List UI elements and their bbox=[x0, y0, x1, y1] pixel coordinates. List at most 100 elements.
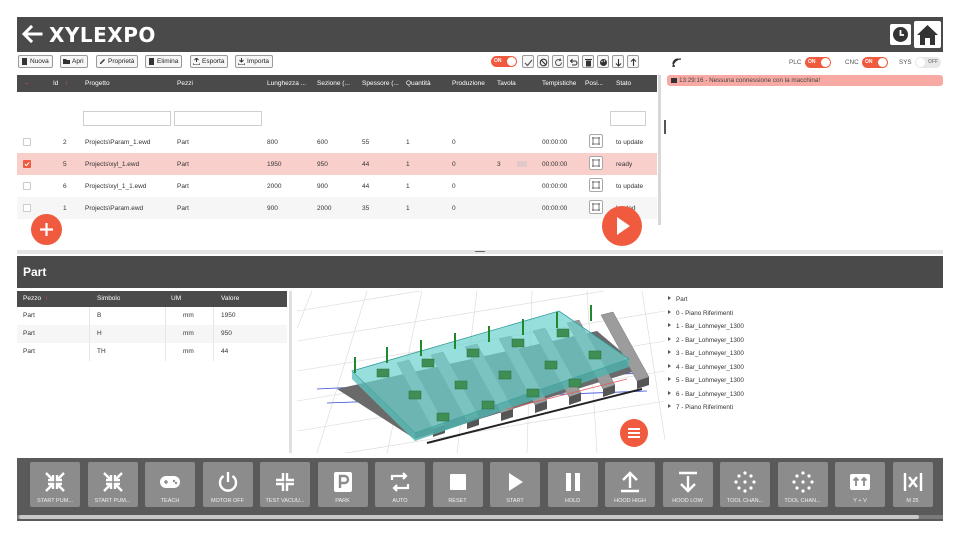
home-button[interactable] bbox=[914, 21, 941, 48]
part-table-scrollbar[interactable] bbox=[289, 291, 292, 453]
horizontal-splitter[interactable] bbox=[17, 250, 943, 254]
tree-item[interactable]: 3 - Bar_Lohmeyer_1300 bbox=[668, 350, 744, 357]
tree-item[interactable]: 1 - Bar_Lohmeyer_1300 bbox=[668, 323, 744, 330]
command-button[interactable]: HOOD LOW bbox=[662, 462, 713, 507]
table-row[interactable]: 2 Projects\Param_1.ewd Part 800 600 55 1 0 00:00… bbox=[17, 131, 657, 153]
table-scrollbar[interactable] bbox=[658, 75, 661, 225]
command-button[interactable]: TOOL CHAN... bbox=[777, 462, 828, 507]
back-button[interactable] bbox=[20, 22, 44, 46]
filter-stato-input[interactable] bbox=[610, 111, 646, 126]
column-header[interactable]: Lunghezza ... bbox=[267, 80, 313, 87]
expand-arrow-icon[interactable] bbox=[668, 336, 671, 341]
table-row[interactable]: Part Bmm 1950 bbox=[17, 307, 287, 325]
position-button[interactable] bbox=[589, 178, 603, 192]
column-header[interactable]: Quantità bbox=[406, 80, 431, 87]
plc-toggle[interactable]: ON bbox=[805, 57, 831, 68]
column-header[interactable]: Pezzi bbox=[177, 80, 193, 87]
command-button[interactable]: START bbox=[490, 462, 540, 507]
tree-item[interactable]: 6 - Bar_Lohmeyer_1300 bbox=[668, 390, 744, 398]
add-project-button[interactable] bbox=[31, 214, 62, 245]
import-button[interactable]: Importa bbox=[235, 55, 274, 68]
open-button[interactable]: Apri bbox=[60, 55, 88, 68]
tree-item[interactable]: 0 - Piano Riferimenti bbox=[668, 309, 733, 317]
view-menu-button[interactable] bbox=[620, 419, 648, 447]
column-header[interactable]: Pezzo bbox=[23, 295, 41, 302]
table-row[interactable]: 1 Projects\Param.ewd Part 900 2000 35 1 0 00:00:… bbox=[17, 197, 657, 219]
row-checkbox[interactable] bbox=[23, 160, 31, 168]
command-button[interactable]: RESET bbox=[432, 462, 483, 507]
table-row[interactable]: 5 Projects\xyl_1.ewd Part 1950 950 44 1 0 3 00:00… bbox=[17, 153, 657, 175]
confirm-button[interactable] bbox=[522, 55, 534, 68]
edit-mode-toggle[interactable]: ON bbox=[491, 56, 517, 67]
column-header[interactable]: Stato bbox=[616, 80, 631, 87]
tree-item[interactable]: 7 - Piano Riferimenti bbox=[668, 404, 733, 411]
move-down-button[interactable] bbox=[612, 55, 624, 68]
column-header[interactable]: Tavola bbox=[497, 80, 516, 87]
splitter-handle[interactable] bbox=[664, 120, 666, 134]
refresh-button[interactable] bbox=[552, 55, 564, 68]
expand-arrow-icon[interactable] bbox=[668, 363, 671, 368]
filter-progetto-input[interactable] bbox=[83, 111, 171, 126]
column-header[interactable]: Posi... bbox=[585, 80, 605, 87]
expand-arrow-icon[interactable] bbox=[668, 404, 671, 408]
tree-item[interactable]: 4 - Bar_Lohmeyer_1300 bbox=[668, 363, 744, 371]
3d-viewport[interactable] bbox=[297, 291, 665, 453]
command-button[interactable]: TEST VACUU... bbox=[260, 462, 310, 507]
expand-arrow-icon[interactable] bbox=[668, 309, 671, 314]
expand-arrow-icon[interactable] bbox=[668, 390, 671, 395]
column-header[interactable]: Id bbox=[53, 80, 58, 87]
tree-item[interactable]: 5 - Bar_Lohmeyer_1300 bbox=[668, 377, 744, 384]
expand-arrow-icon[interactable] bbox=[668, 377, 671, 381]
row-checkbox[interactable] bbox=[23, 138, 31, 146]
export-button[interactable]: Esporta bbox=[190, 55, 229, 68]
expand-arrow-icon[interactable] bbox=[668, 296, 671, 300]
command-button[interactable]: AUTO bbox=[375, 462, 425, 507]
table-row[interactable]: Part TH mm 44 bbox=[17, 343, 287, 361]
command-button[interactable]: START PUM... bbox=[87, 462, 138, 507]
delete-button[interactable]: Elimina bbox=[145, 55, 183, 68]
command-button[interactable]: M 25 bbox=[892, 462, 933, 507]
undo-button[interactable] bbox=[567, 55, 579, 68]
column-header[interactable]: Produzione bbox=[452, 80, 485, 87]
sort-indicator-icon[interactable]: – bbox=[25, 80, 29, 87]
command-button[interactable]: TOOL CHAN... bbox=[720, 462, 770, 507]
properties-button[interactable]: Proprietà bbox=[96, 55, 139, 68]
row-checkbox[interactable] bbox=[23, 182, 31, 190]
column-header[interactable]: Progetto bbox=[85, 80, 110, 87]
position-button[interactable] bbox=[589, 200, 603, 214]
column-header[interactable]: Spessore (... bbox=[362, 80, 402, 87]
position-button[interactable] bbox=[589, 134, 603, 148]
command-button[interactable]: Y + V bbox=[835, 462, 885, 507]
expand-arrow-icon[interactable] bbox=[668, 323, 671, 327]
command-button[interactable]: PARK bbox=[317, 462, 368, 507]
run-button[interactable] bbox=[602, 206, 642, 246]
command-bar-scrollbar[interactable] bbox=[17, 515, 943, 519]
command-button[interactable]: START PUM... bbox=[30, 462, 80, 507]
position-button[interactable] bbox=[589, 156, 603, 170]
clock-button[interactable] bbox=[890, 24, 911, 45]
frame-icon bbox=[592, 203, 600, 211]
new-button[interactable]: Nuova bbox=[18, 55, 53, 68]
cancel-button[interactable] bbox=[537, 55, 549, 68]
column-header[interactable]: UM bbox=[171, 295, 181, 302]
palette-button[interactable] bbox=[597, 55, 609, 68]
move-up-button[interactable] bbox=[627, 55, 639, 68]
table-row[interactable]: Part Hmm 950 bbox=[17, 325, 287, 343]
column-header[interactable]: Valore bbox=[221, 295, 239, 302]
command-button[interactable]: HOLD bbox=[547, 462, 598, 507]
cnc-toggle[interactable]: ON bbox=[862, 57, 888, 68]
column-header[interactable]: Simbolo bbox=[97, 295, 120, 302]
tree-item[interactable]: Part bbox=[668, 296, 688, 303]
trash-button[interactable] bbox=[582, 55, 594, 68]
command-button[interactable]: MOTOR OFF bbox=[202, 462, 253, 507]
column-header[interactable]: Tempistiche bbox=[542, 80, 576, 87]
sys-toggle[interactable]: OFF bbox=[915, 57, 941, 68]
expand-arrow-icon[interactable] bbox=[668, 350, 671, 354]
command-button[interactable]: HOOD HIGH bbox=[605, 462, 655, 507]
tree-item[interactable]: 2 - Bar_Lohmeyer_1300 bbox=[668, 336, 744, 344]
row-checkbox[interactable] bbox=[23, 204, 31, 212]
table-row[interactable]: 6 Projects\xyl_1_1.ewd Part 2000 900 44 1 0 00:0… bbox=[17, 175, 657, 197]
column-header[interactable]: Sezione (... bbox=[317, 80, 353, 87]
filter-pezzi-input[interactable] bbox=[174, 111, 262, 126]
command-button[interactable]: TEACH bbox=[145, 462, 195, 507]
